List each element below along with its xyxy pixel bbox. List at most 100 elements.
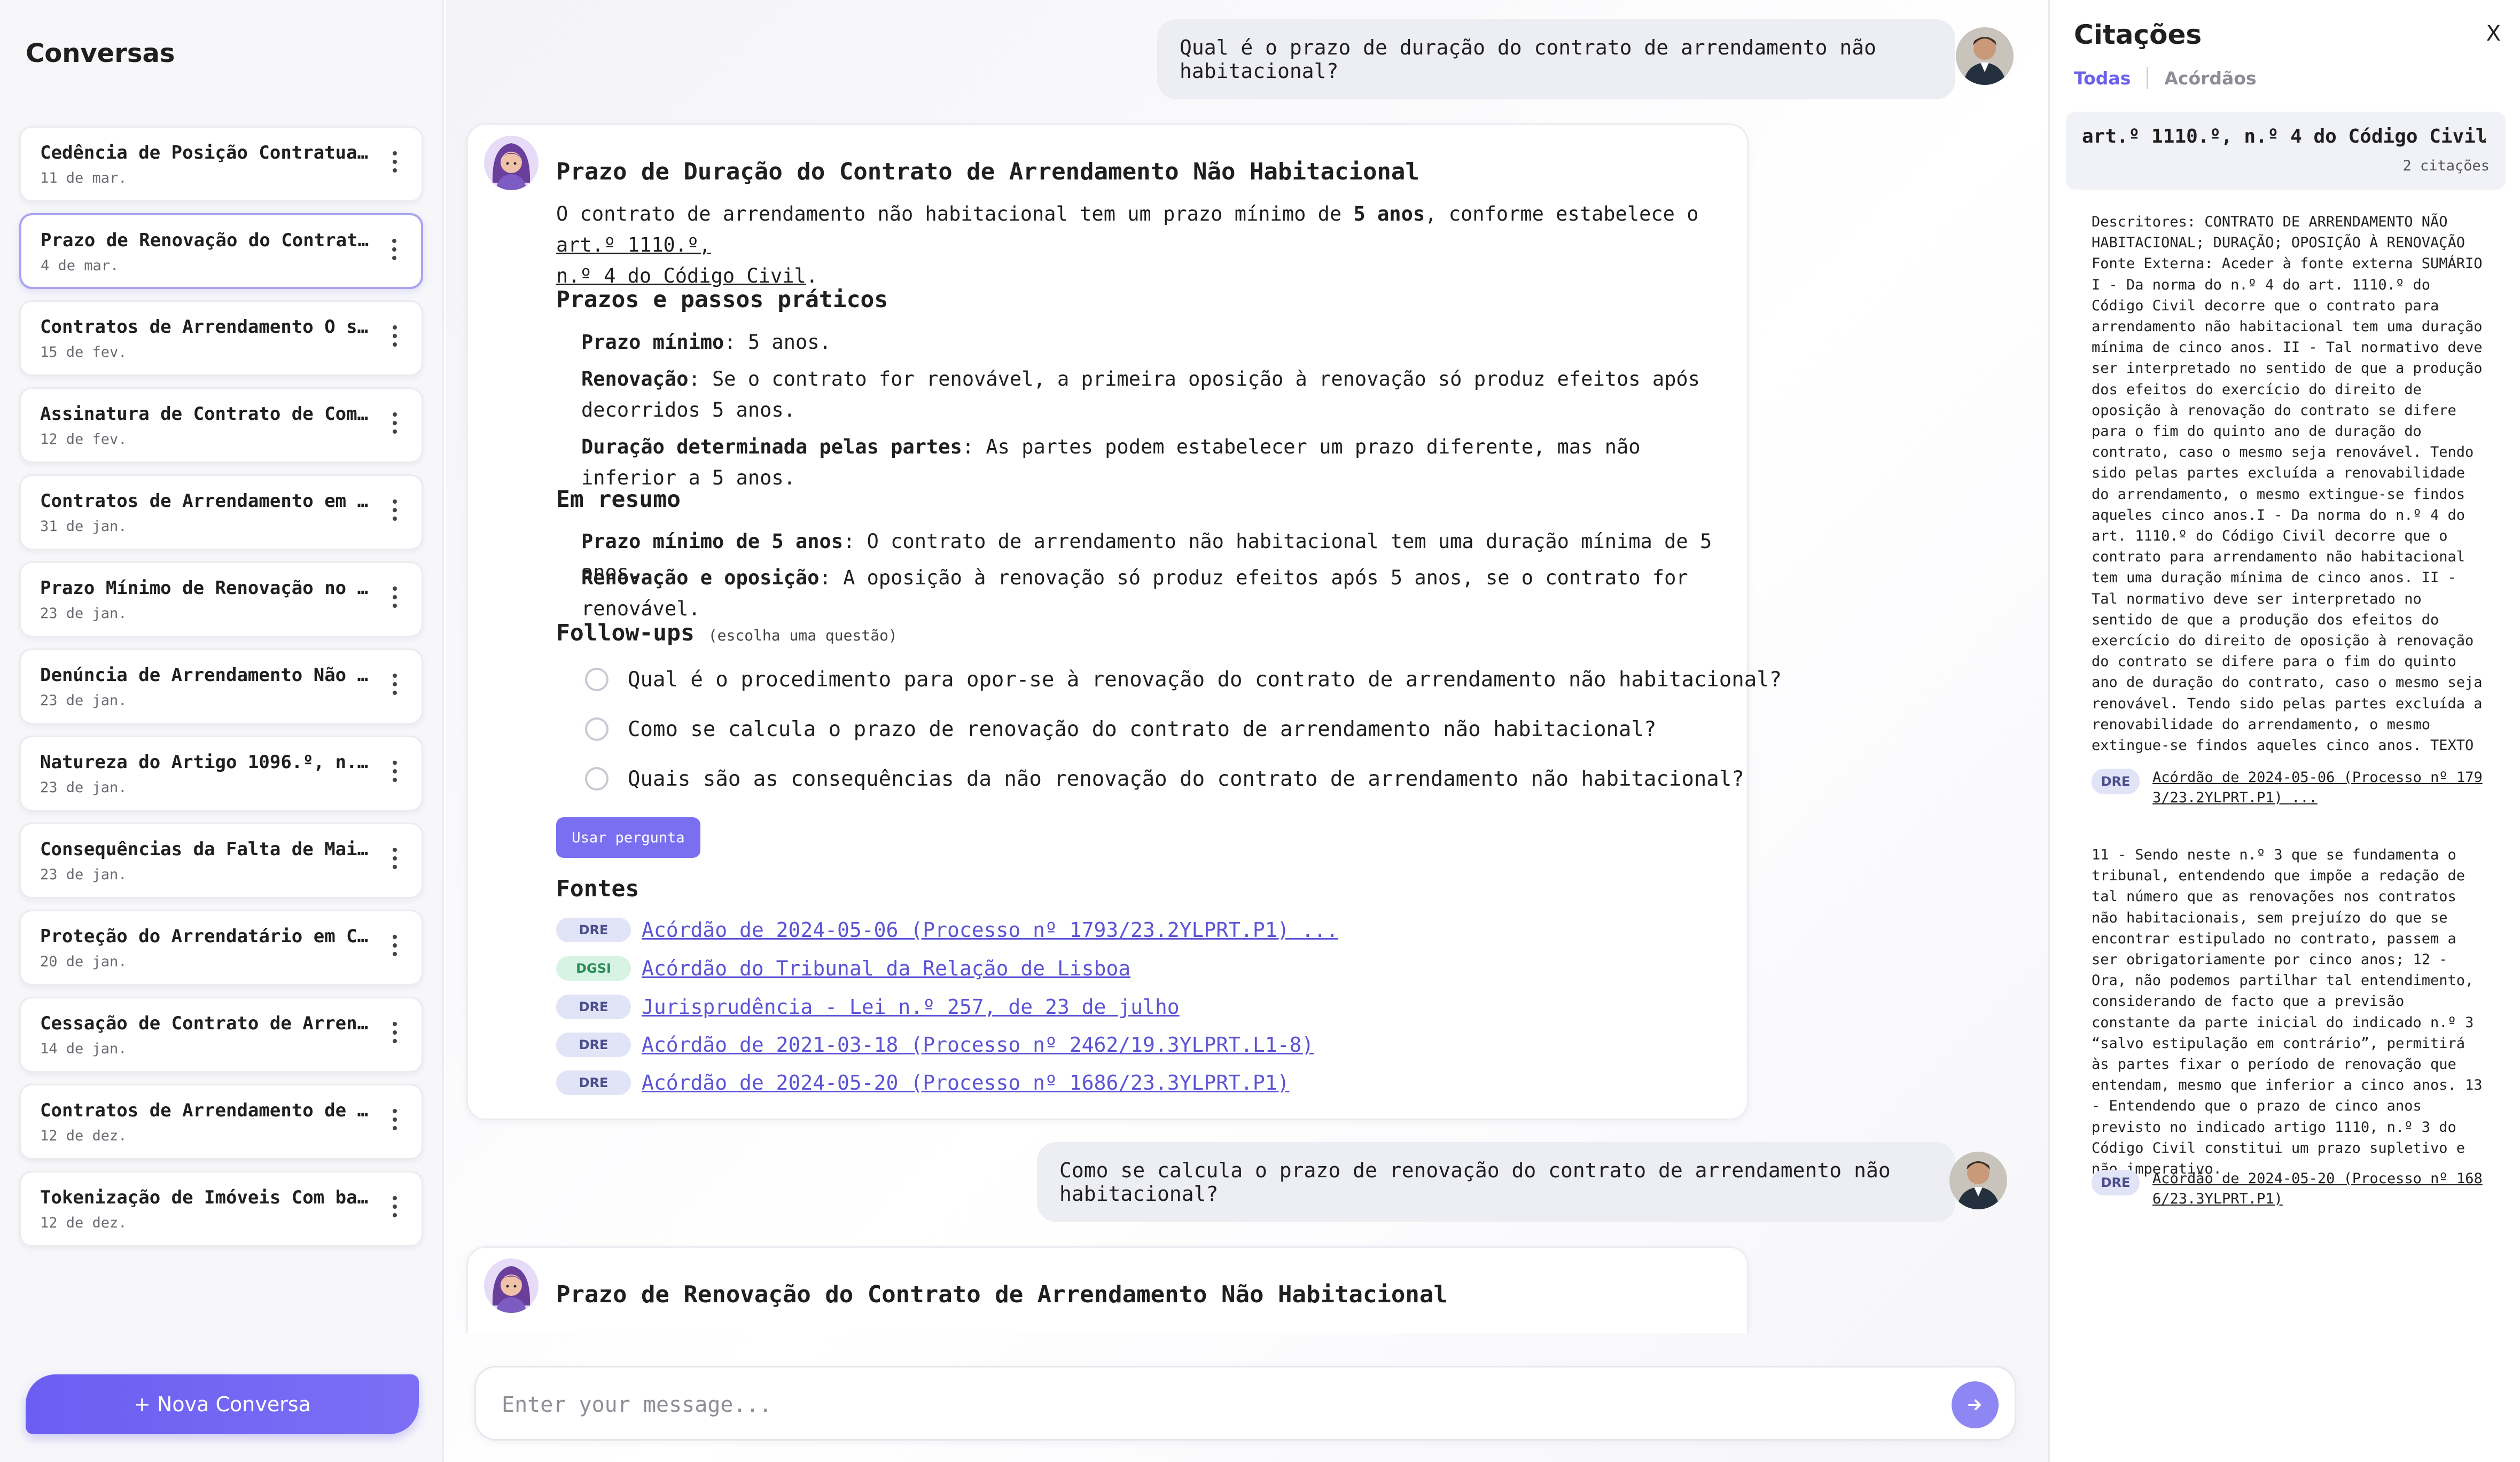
sidebar-title: Conversas (26, 38, 175, 68)
use-question-button[interactable]: Usar pergunta (556, 817, 700, 858)
summary-item: Renovação e oposição: A oposição à renov… (581, 562, 1719, 624)
conversation-title: Tokenização de Imóveis Com bas... (40, 1187, 371, 1208)
tab-all[interactable]: Todas (2074, 68, 2131, 89)
kebab-menu-icon[interactable] (389, 587, 400, 616)
kebab-menu-icon[interactable] (389, 325, 400, 355)
practical-item: Renovação: Se o contrato for renovável, … (581, 364, 1719, 426)
message-input[interactable] (502, 1383, 1917, 1426)
radio-icon[interactable] (585, 717, 608, 741)
followup-option[interactable]: Qual é o procedimento para opor-se à ren… (585, 663, 1782, 695)
conversation-item[interactable]: Tokenização de Imóveis Com bas... 12 de d… (19, 1171, 423, 1247)
conversation-item[interactable]: Cessação de Contrato de Arrend... 14 de j… (19, 997, 423, 1073)
source-link[interactable]: Acórdão de 2021-03-18 (Processo nº 2462/… (642, 1033, 1314, 1057)
source-badge: DRE (556, 1033, 631, 1057)
citation-link[interactable]: Acórdão de 2024-05-06 (Processo nº 179 3… (2152, 768, 2484, 808)
assistant-avatar (484, 136, 539, 190)
user-message-text: Qual é o prazo de duração do contrato de… (1180, 36, 1877, 83)
user-message: Como se calcula o prazo de renovação do … (1037, 1142, 1955, 1222)
chat-messages: Qual é o prazo de duração do contrato de… (446, 0, 2048, 1333)
assistant-response-card: Prazo de Renovação do Contrato de Arrend… (466, 1246, 1749, 1333)
section-summary-title: Em resumo (556, 486, 681, 513)
conversation-title: Cedência de Posição Contratual ... (40, 142, 371, 163)
conversation-date: 4 de mar. (41, 257, 119, 274)
response-intro: O contrato de arrendamento não habitacio… (556, 199, 1721, 292)
tab-acordaos[interactable]: Acórdãos (2164, 68, 2256, 89)
kebab-menu-icon[interactable] (389, 239, 400, 269)
source-link[interactable]: Jurisprudência - Lei n.º 257, de 23 de j… (642, 995, 1180, 1019)
source-link[interactable]: Acórdão do Tribunal da Relação de Lisboa (642, 957, 1130, 980)
conversation-item[interactable]: Prazo Mínimo de Renovação no A... 23 de j… (19, 561, 423, 637)
source-item[interactable]: DRE Acórdão de 2024-05-20 (Processo nº 16… (556, 1068, 1290, 1098)
kebab-menu-icon[interactable] (389, 412, 400, 442)
message-input-box (474, 1366, 2016, 1441)
conversation-item[interactable]: Contratos de Arrendamento de 2 ... 12 de … (19, 1084, 423, 1160)
kebab-menu-icon[interactable] (389, 1196, 400, 1226)
conversation-item[interactable]: Natureza do Artigo 1096.º, n.º 1,... 23 d… (19, 736, 423, 811)
followup-option[interactable]: Quais são as consequências da não renova… (585, 763, 1744, 795)
source-item[interactable]: DRE Acórdão de 2024-05-06 (Processo nº 17… (556, 915, 1338, 945)
kebab-menu-icon[interactable] (389, 674, 400, 703)
new-conversation-button[interactable]: + Nova Conversa (26, 1374, 419, 1434)
followups-title: Follow-ups (escolha uma questão) (556, 620, 898, 646)
kebab-menu-icon[interactable] (389, 499, 400, 529)
conversation-date: 12 de dez. (40, 1128, 127, 1144)
item-label: Prazo mínimo de 5 anos (581, 530, 844, 553)
source-item[interactable]: DRE Acórdão de 2021-03-18 (Processo nº 24… (556, 1030, 1314, 1060)
citation-link[interactable]: Acórdão de 2024-05-20 (Processo nº 168 6… (2152, 1169, 2484, 1209)
item-label: Duração determinada pelas partes (581, 435, 962, 458)
kebab-menu-icon[interactable] (389, 1109, 400, 1139)
citation-reference[interactable]: DRE Acórdão de 2024-05-06 (Processo nº 1… (2092, 768, 2484, 808)
conversation-title: Natureza do Artigo 1096.º, n.º 1,... (40, 752, 371, 773)
panel-title: Citações (2074, 19, 2202, 50)
send-button[interactable] (1952, 1381, 1999, 1428)
intro-text-a: O contrato de arrendamento não habitacio… (556, 202, 1354, 225)
conversation-item[interactable]: Denúncia de Arrendamento Não ... 23 de ja… (19, 648, 423, 724)
citation-title: art.º 1110.º, n.º 4 do Código Civil (2082, 126, 2487, 147)
conversation-title: Prazo Mínimo de Renovação no A... (40, 577, 371, 599)
conversation-item[interactable]: Proteção do Arrendatário em Co... 20 de j… (19, 910, 423, 986)
kebab-menu-icon[interactable] (389, 151, 400, 181)
source-link[interactable]: Acórdão de 2024-05-20 (Processo nº 1686/… (642, 1071, 1290, 1094)
intro-law-link[interactable]: art.º 1110.º, (556, 233, 711, 256)
close-icon[interactable]: X (2486, 21, 2501, 46)
conversation-item[interactable]: Cedência de Posição Contratual ... 11 de … (19, 126, 423, 202)
kebab-menu-icon[interactable] (389, 761, 400, 791)
followup-option[interactable]: Como se calcula o prazo de renovação do … (585, 713, 1656, 745)
followups-hint: (escolha uma questão) (708, 627, 898, 644)
citation-header[interactable]: art.º 1110.º, n.º 4 do Código Civil ⌄ 2 … (2066, 112, 2506, 190)
citation-reference[interactable]: DRE Acórdão de 2024-05-20 (Processo nº 1… (2092, 1169, 2484, 1209)
sources-title: Fontes (556, 875, 639, 902)
followup-text: Quais são as consequências da não renova… (628, 767, 1744, 791)
source-badge: DRE (556, 1070, 631, 1095)
conversation-item[interactable]: Prazo de Renovação do Contrato ... 4 de m… (19, 213, 423, 289)
response-title: Prazo de Renovação do Contrato de Arrend… (556, 1281, 1448, 1308)
conversation-title: Proteção do Arrendatário em Co... (40, 926, 371, 947)
radio-icon[interactable] (585, 668, 608, 691)
kebab-menu-icon[interactable] (389, 935, 400, 965)
conversation-title: Contratos de Arrendamento de 2 ... (40, 1100, 371, 1121)
chevron-down-icon[interactable]: ⌄ (2476, 128, 2490, 146)
conversation-title: Contratos de Arrendamento em P... (40, 490, 371, 512)
conversation-item[interactable]: Consequências da Falta de Maior... 23 de … (19, 823, 423, 898)
chat-main: Qual é o prazo de duração do contrato de… (446, 0, 2048, 1462)
conversation-date: 12 de fev. (40, 431, 127, 448)
kebab-menu-icon[interactable] (389, 1022, 400, 1052)
citation-excerpt: Descritores: CONTRATO DE ARRENDAMENTO NÃ… (2092, 214, 2483, 754)
user-message-text: Como se calcula o prazo de renovação do … (1059, 1159, 1891, 1206)
conversation-item[interactable]: Contratos de Arrendamento em P... 31 de j… (19, 474, 423, 550)
source-item[interactable]: DGSI Acórdão do Tribunal da Relação de Li… (556, 953, 1130, 983)
conversation-date: 23 de jan. (40, 866, 127, 883)
kebab-menu-icon[interactable] (389, 848, 400, 878)
conversation-item[interactable]: Assinatura de Contrato de Comp... 12 de f… (19, 387, 423, 463)
conversation-item[interactable]: Contratos de Arrendamento O se... 15 de f… (19, 300, 423, 376)
conversation-title: Consequências da Falta de Maior... (40, 839, 371, 860)
intro-text-b: , conforme estabelece o (1425, 202, 1699, 225)
conversation-date: 14 de jan. (40, 1041, 127, 1057)
source-link[interactable]: Acórdão de 2024-05-06 (Processo nº 1793/… (642, 918, 1338, 942)
citation-tabs: Todas Acórdãos (2074, 67, 2257, 89)
radio-icon[interactable] (585, 767, 608, 791)
source-item[interactable]: DRE Jurisprudência - Lei n.º 257, de 23 d… (556, 992, 1180, 1022)
intro-law-link-2[interactable]: n.º 4 do Código Civil (556, 264, 806, 287)
conversation-date: 23 de jan. (40, 779, 127, 796)
conversation-title: Denúncia de Arrendamento Não ... (40, 664, 371, 686)
